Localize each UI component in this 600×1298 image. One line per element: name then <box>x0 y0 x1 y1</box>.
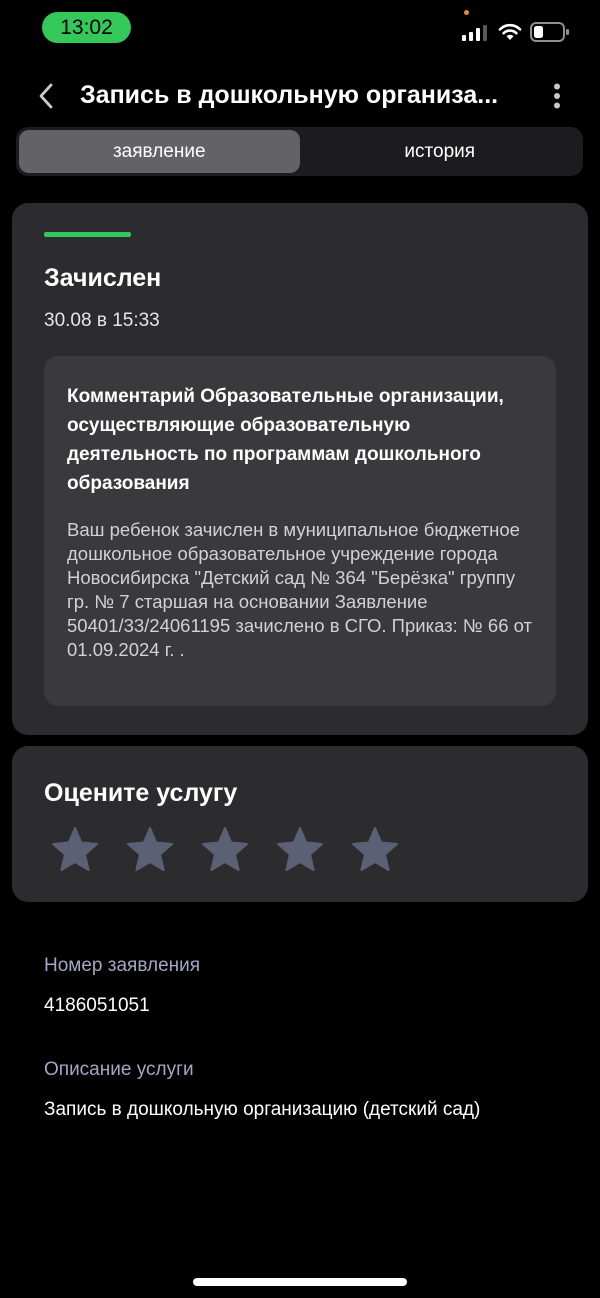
comment-title: Комментарий Образовательные организации,… <box>67 386 504 494</box>
battery-icon <box>530 22 569 42</box>
rating-card: Оцените услугу <box>12 746 588 902</box>
segmented-tabs: заявление история <box>16 127 583 176</box>
application-number-value: 4186051051 <box>44 995 150 1016</box>
page-title: Запись в дошкольную организа... <box>80 81 499 109</box>
service-description-label: Описание услуги <box>44 1059 194 1080</box>
star-icon[interactable] <box>125 825 175 875</box>
app-screen: 13:02 Запись в дошкольную организа... за… <box>0 0 600 1298</box>
status-date: 30.08 в 15:33 <box>44 310 160 331</box>
star-icon[interactable] <box>50 825 100 875</box>
tab-application[interactable]: заявление <box>19 130 300 173</box>
star-rating <box>50 825 400 875</box>
rating-title: Оцените услугу <box>44 779 238 807</box>
comment-body: Ваш ребенок зачислен в муниципальное бюд… <box>67 519 532 660</box>
status-bar: 13:02 <box>0 0 600 56</box>
back-button[interactable] <box>28 78 64 114</box>
star-icon[interactable] <box>350 825 400 875</box>
status-card: Зачислен 30.08 в 15:33 Комментарий Образ… <box>12 203 588 735</box>
status-accent-bar <box>44 232 131 237</box>
tab-history[interactable]: история <box>300 130 581 173</box>
more-options-button[interactable] <box>540 78 574 114</box>
nav-header: Запись в дошкольную организа... <box>0 70 600 122</box>
status-title: Зачислен <box>44 264 162 292</box>
privacy-indicator-dot <box>464 10 469 15</box>
status-time: 13:02 <box>42 12 131 43</box>
more-vertical-icon <box>554 83 560 109</box>
application-number-label: Номер заявления <box>44 955 201 976</box>
signal-icon <box>462 25 487 41</box>
home-indicator[interactable] <box>193 1278 407 1286</box>
chevron-left-icon <box>39 83 53 109</box>
star-icon[interactable] <box>275 825 325 875</box>
comment-box: Комментарий Образовательные организации,… <box>44 356 556 706</box>
star-icon[interactable] <box>200 825 250 875</box>
wifi-icon <box>498 23 522 40</box>
service-description-value: Запись в дошкольную организацию (детский… <box>44 1099 481 1120</box>
